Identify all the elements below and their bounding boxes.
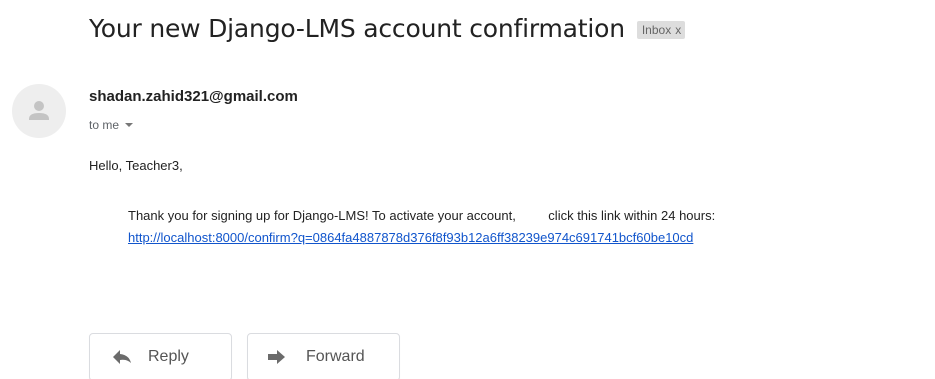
sender-email[interactable]: shadan.zahid321@gmail.com <box>89 88 298 105</box>
remove-label-button[interactable]: x <box>675 21 681 39</box>
forward-button-label: Forward <box>306 348 365 365</box>
inbox-label-text: Inbox <box>641 22 672 37</box>
email-body-text: Thank you for signing up for Django-LMS!… <box>128 208 716 223</box>
forward-arrow-icon <box>268 350 285 364</box>
person-silhouette-icon <box>29 101 49 120</box>
confirmation-link[interactable]: http://localhost:8000/confirm?q=0864fa48… <box>128 230 693 245</box>
email-subject: Your new Django-LMS account confirmation <box>89 13 625 43</box>
recipient-text: to me <box>89 118 120 132</box>
recipient-details-toggle[interactable]: to me <box>89 118 134 132</box>
forward-button[interactable]: Forward <box>247 333 400 379</box>
reply-button[interactable]: Reply <box>89 333 232 379</box>
email-greeting: Hello, Teacher3, <box>89 158 183 173</box>
sender-avatar <box>12 84 66 138</box>
subject-row: Your new Django-LMS account confirmation… <box>89 10 686 46</box>
chevron-down-icon <box>125 123 134 127</box>
reply-arrow-icon <box>113 350 131 364</box>
reply-button-label: Reply <box>148 348 189 365</box>
email-view: Your new Django-LMS account confirmation… <box>0 0 935 379</box>
inbox-label-chip[interactable]: Inbox x <box>636 20 686 39</box>
